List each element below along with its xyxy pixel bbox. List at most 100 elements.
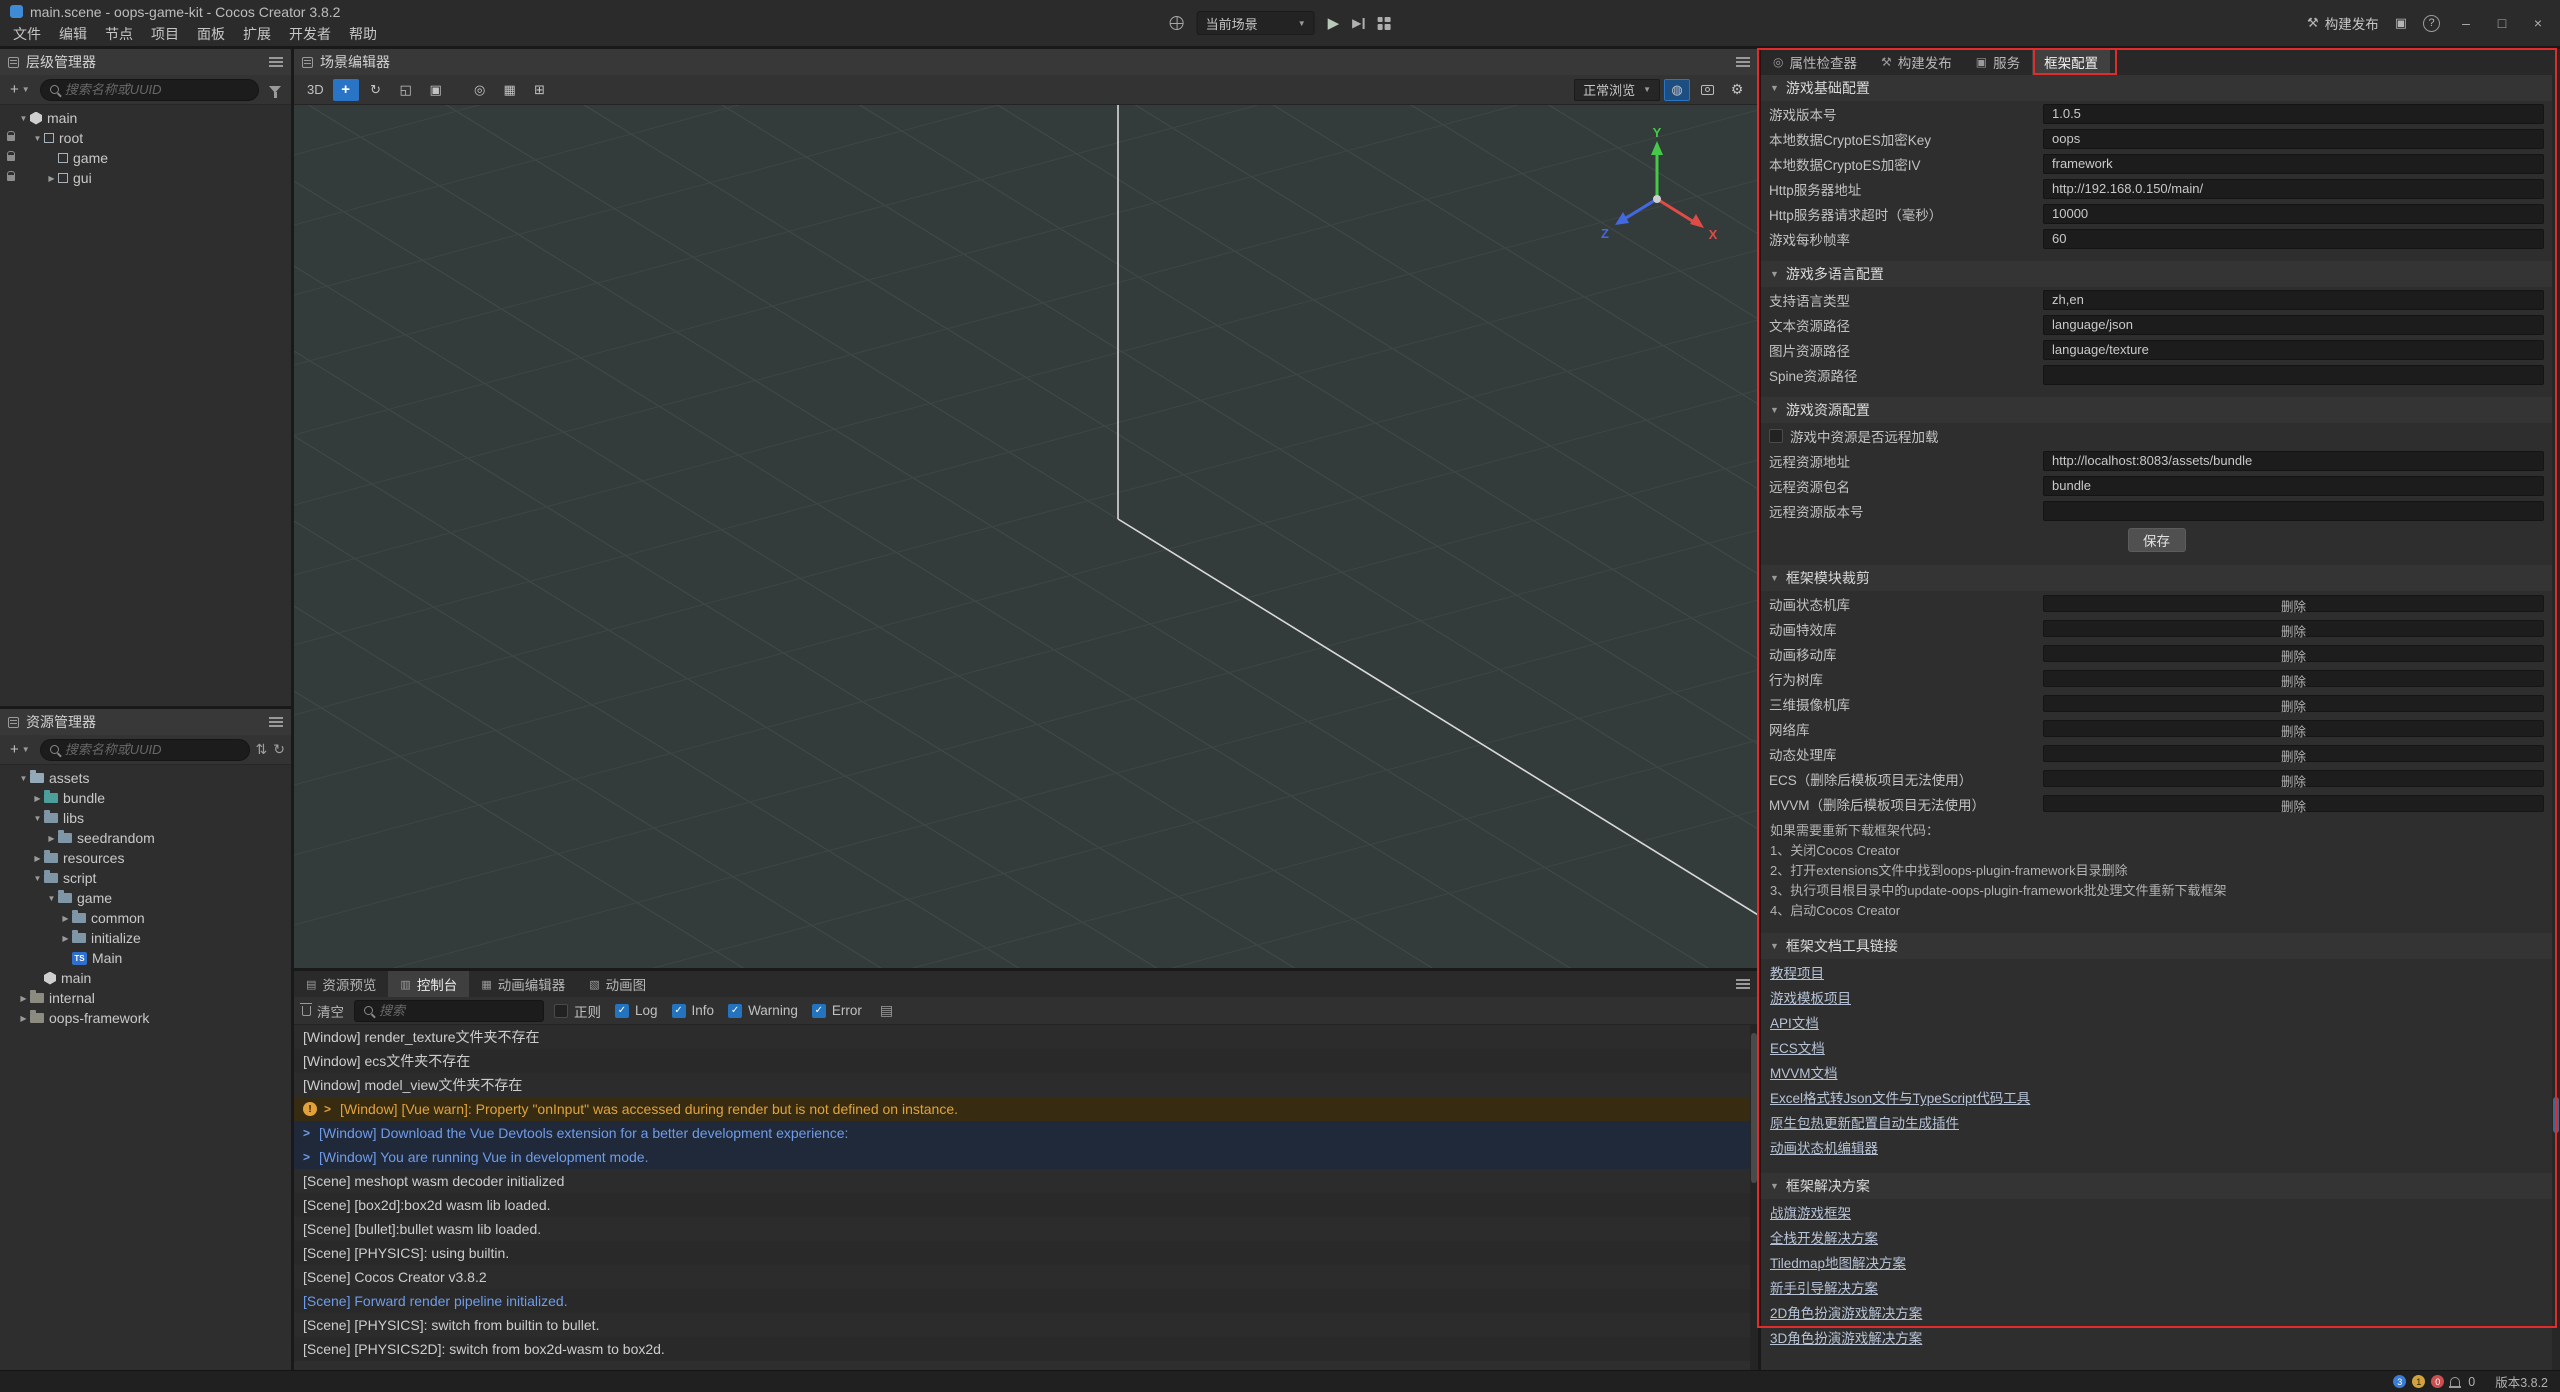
light-toggle-button[interactable]	[1664, 79, 1690, 101]
scrollbar-thumb[interactable]	[1751, 1033, 1757, 1183]
section-header-solutions[interactable]: ▼ 框架解决方案	[1761, 1173, 2552, 1199]
asset-node-internal[interactable]: ▶internal	[0, 988, 291, 1008]
log-row-7[interactable]: [Scene] meshopt wasm decoder initialized	[294, 1169, 1750, 1193]
scrollbar-thumb[interactable]	[2553, 1097, 2559, 1133]
expand-arrow-icon[interactable]: ▶	[31, 854, 44, 863]
filter-checkbox-info[interactable]: ✓	[672, 1004, 686, 1018]
module-delete-button[interactable]: 删除	[2043, 720, 2544, 737]
view-mode-dropdown[interactable]: 正常浏览 ▼	[1574, 79, 1660, 101]
assets-search-input[interactable]	[65, 742, 240, 757]
close-button[interactable]: ×	[2528, 15, 2548, 31]
expand-arrow-icon[interactable]: ▶	[59, 914, 72, 923]
language-field-input-2[interactable]	[2043, 315, 2544, 335]
export-log-icon[interactable]: ▤	[880, 1002, 893, 1019]
play-button[interactable]: ▶	[1328, 14, 1340, 32]
inspector-tab-服务[interactable]: ▣服务	[1964, 49, 2032, 75]
filter-icon[interactable]	[269, 86, 281, 93]
asset-node-libs[interactable]: ▼libs	[0, 808, 291, 828]
menu-item-7[interactable]: 开发者	[280, 24, 340, 45]
log-expand-icon[interactable]: >	[303, 1150, 312, 1164]
inspector-tab-属性检查器[interactable]: ◎属性检查器	[1761, 49, 1869, 75]
preview-platform-icon[interactable]	[1170, 16, 1184, 30]
asset-node-oops-framework[interactable]: ▶oops-framework	[0, 1008, 291, 1028]
hierarchy-node-root[interactable]: ▼root	[0, 128, 291, 148]
lock-icon[interactable]	[7, 135, 15, 141]
mode-3d-button[interactable]: 3D	[302, 79, 329, 101]
hierarchy-node-game[interactable]: game	[0, 148, 291, 168]
expand-arrow-icon[interactable]: ▶	[45, 834, 58, 843]
hierarchy-node-gui[interactable]: ▶gui	[0, 168, 291, 188]
refresh-icon[interactable]: ↻	[273, 741, 285, 758]
hierarchy-search-input[interactable]	[65, 82, 249, 97]
section-header-docs[interactable]: ▼ 框架文档工具链接	[1761, 933, 2552, 959]
log-row-2[interactable]: [Window] ecs文件夹不存在	[294, 1049, 1750, 1073]
lock-icon[interactable]	[7, 175, 15, 181]
scale-tool-button[interactable]	[393, 79, 419, 101]
console-search-input[interactable]	[379, 1003, 534, 1018]
rect-tool-button[interactable]	[423, 79, 449, 101]
lock-icon[interactable]	[7, 155, 15, 161]
save-button[interactable]: 保存	[2128, 528, 2186, 552]
inspector-tab-构建发布[interactable]: ⚒构建发布	[1869, 49, 1964, 75]
menu-item-6[interactable]: 扩展	[234, 24, 280, 45]
gizmo-svg[interactable]: YXZ	[1592, 127, 1722, 257]
warning-count-icon[interactable]: 1	[2412, 1375, 2425, 1388]
console-tab-动画编辑器[interactable]: ▦动画编辑器	[469, 971, 577, 997]
sort-icon[interactable]: ⇅	[256, 741, 268, 758]
doc-link-5[interactable]: MVVM文档	[1770, 1061, 1838, 1086]
asset-node-main[interactable]: main	[0, 968, 291, 988]
scene-viewport[interactable]: YXZ	[294, 105, 1758, 968]
asset-node-Main[interactable]: TSMain	[0, 948, 291, 968]
notification-bell-icon[interactable]	[2450, 1377, 2460, 1386]
move-tool-button[interactable]	[333, 79, 359, 101]
regex-checkbox[interactable]	[554, 1004, 568, 1018]
section-header-modules[interactable]: ▼ 框架模块裁剪	[1761, 565, 2552, 591]
camera-view-button[interactable]	[1694, 79, 1720, 101]
minimize-button[interactable]: –	[2456, 15, 2476, 31]
module-delete-button[interactable]: 删除	[2043, 595, 2544, 612]
log-row-11[interactable]: [Scene] Cocos Creator v3.8.2	[294, 1265, 1750, 1289]
log-count-icon[interactable]: 3	[2393, 1375, 2406, 1388]
console-tab-动画图[interactable]: ▧动画图	[577, 971, 658, 997]
basic-field-input-4[interactable]	[2043, 179, 2544, 199]
module-delete-button[interactable]: 删除	[2043, 795, 2544, 812]
doc-link-6[interactable]: Excel格式转Json文件与TypeScript代码工具	[1770, 1086, 2030, 1111]
build-publish-button[interactable]: ⚒ 构建发布	[2307, 13, 2379, 33]
snap-toggle-button[interactable]	[527, 79, 553, 101]
log-expand-icon[interactable]: >	[303, 1126, 312, 1140]
asset-node-initialize[interactable]: ▶initialize	[0, 928, 291, 948]
menu-item-3[interactable]: 节点	[96, 24, 142, 45]
log-row-4[interactable]: !>[Window] [Vue warn]: Property "onInput…	[294, 1097, 1750, 1121]
doc-link-8[interactable]: 动画状态机编辑器	[1770, 1136, 1878, 1161]
asset-node-bundle[interactable]: ▶bundle	[0, 788, 291, 808]
filter-checkbox-warning[interactable]: ✓	[728, 1004, 742, 1018]
resource-field-input-3[interactable]	[2043, 501, 2544, 521]
add-asset-button[interactable]: +▼	[6, 741, 34, 758]
module-delete-button[interactable]: 删除	[2043, 695, 2544, 712]
step-button[interactable]	[1352, 16, 1364, 30]
expand-arrow-icon[interactable]: ▼	[31, 814, 44, 823]
module-delete-button[interactable]: 删除	[2043, 670, 2544, 687]
basic-field-input-3[interactable]	[2043, 154, 2544, 174]
expand-arrow-icon[interactable]: ▼	[31, 134, 44, 143]
menu-item-2[interactable]: 编辑	[50, 24, 96, 45]
expand-arrow-icon[interactable]: ▶	[17, 1014, 30, 1023]
log-row-12[interactable]: [Scene] Forward render pipeline initiali…	[294, 1289, 1750, 1313]
add-node-button[interactable]: +▼	[6, 81, 34, 98]
resource-field-input-2[interactable]	[2043, 476, 2544, 496]
screenshot-icon[interactable]: ▣	[2395, 15, 2407, 31]
filter-checkbox-log[interactable]: ✓	[615, 1004, 629, 1018]
doc-link-7[interactable]: 原生包热更新配置自动生成插件	[1770, 1111, 1959, 1136]
error-count-icon[interactable]: 0	[2431, 1375, 2444, 1388]
menu-item-4[interactable]: 项目	[142, 24, 188, 45]
language-field-input-4[interactable]	[2043, 365, 2544, 385]
doc-link-3[interactable]: API文档	[1770, 1011, 1819, 1036]
solution-link-6[interactable]: 3D角色扮演游戏解决方案	[1770, 1326, 1922, 1351]
basic-field-input-6[interactable]	[2043, 229, 2544, 249]
expand-arrow-icon[interactable]: ▼	[17, 114, 30, 123]
console-menu-icon[interactable]	[1736, 979, 1750, 989]
scene-selector-dropdown[interactable]: 当前场景 ▼	[1197, 11, 1315, 35]
module-delete-button[interactable]: 删除	[2043, 620, 2544, 637]
basic-field-input-2[interactable]	[2043, 129, 2544, 149]
module-delete-button[interactable]: 删除	[2043, 745, 2544, 762]
